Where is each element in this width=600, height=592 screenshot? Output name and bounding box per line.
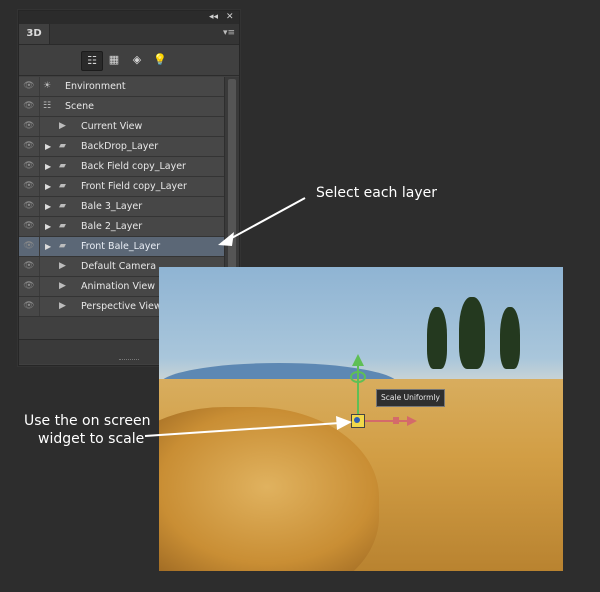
arrow-to-widget-head [336,416,352,430]
arrow-to-layer-head [218,232,234,246]
arrow-to-widget [144,422,341,437]
callout-arrows [144,197,352,437]
arrow-to-layer [227,197,306,241]
